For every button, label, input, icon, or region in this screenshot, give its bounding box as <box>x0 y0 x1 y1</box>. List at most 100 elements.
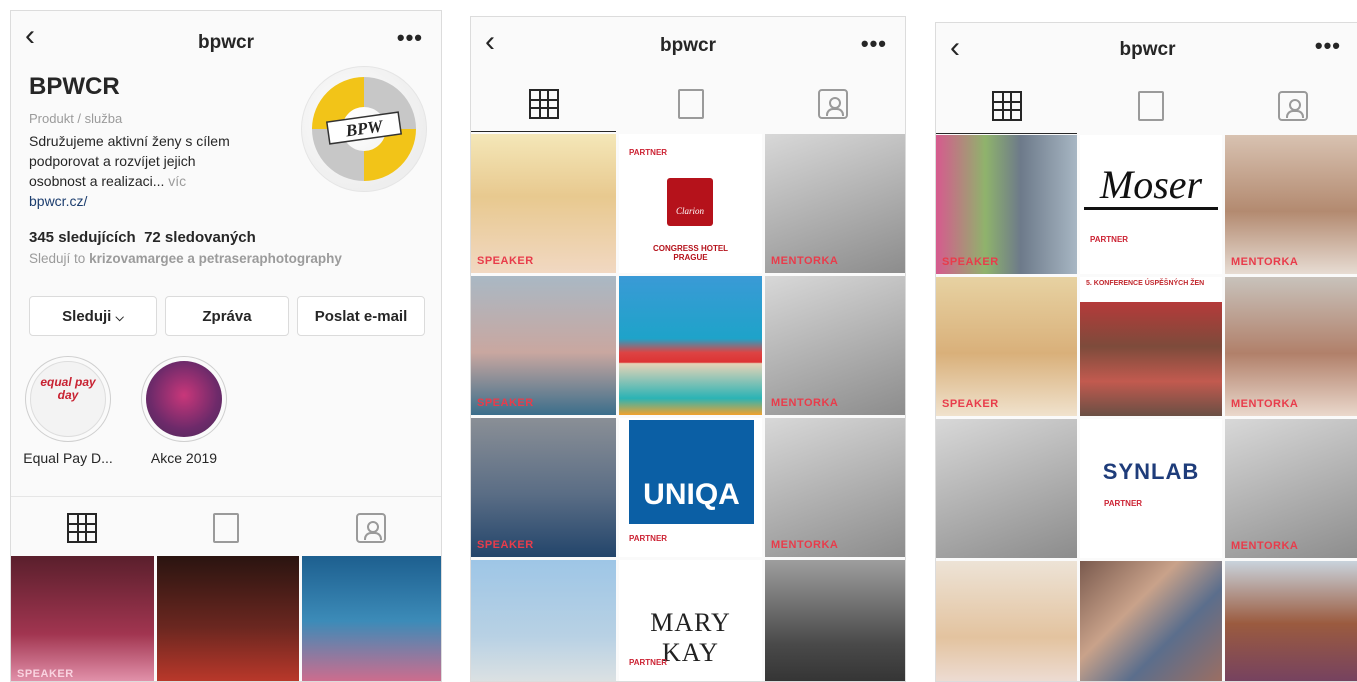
synlab-text: SYNLAB <box>1102 459 1200 484</box>
tile-label: MENTORKA <box>1231 540 1299 552</box>
moser-text: Moser <box>1099 162 1203 207</box>
post-tile[interactable]: SPEAKER <box>471 418 616 557</box>
bio-line: osobnost a realizaci... víc <box>29 171 230 191</box>
tab-underline <box>471 131 616 132</box>
email-button[interactable]: Poslat e-mail <box>297 296 425 336</box>
post-tile[interactable]: SPEAKER <box>936 277 1077 416</box>
uniqa-text: UNIQA <box>643 478 740 511</box>
post-tile[interactable]: MARY KAY PARTNER <box>619 560 762 681</box>
highlight-caption: Akce 2019 <box>150 450 218 466</box>
following-count[interactable]: 72 sledovaných <box>144 229 256 246</box>
post-grid: SPEAKER Moser PARTNER MENTORKA SPEAKER 5… <box>936 135 1357 681</box>
tile-label: MENTORKA <box>771 539 839 551</box>
post-tile[interactable] <box>619 276 762 415</box>
post-tile[interactable]: SPEAKER <box>936 135 1077 274</box>
tile-label: SPEAKER <box>477 397 534 409</box>
tile-partner-label: PARTNER <box>629 658 668 667</box>
post-grid: SPEAKER PARTNER Clarion CONGRESS HOTEL P… <box>471 134 905 681</box>
post-tile[interactable]: SPEAKER <box>471 134 616 273</box>
post-tile[interactable]: SPEAKER <box>471 276 616 415</box>
feed-icon[interactable] <box>1138 91 1164 121</box>
post-tile[interactable]: MENTORKA <box>765 134 905 273</box>
konference-text: 5. KONFERENCE ÚSPĚŠNÝCH ŽEN <box>1086 280 1205 287</box>
posts-tabs <box>471 79 905 129</box>
top-bar: ‹ bpwcr ••• <box>11 11 441 67</box>
chevron-down-icon: ⌵ <box>115 312 124 324</box>
posts-screen: ‹ bpwcr ••• SPEAKER PARTNER Clarion CONG… <box>470 16 906 682</box>
post-tile[interactable]: MENTORKA <box>1225 419 1357 558</box>
post-tile[interactable]: MENTORKA <box>1225 135 1357 274</box>
message-button[interactable]: Zpráva <box>165 296 289 336</box>
post-grid: SPEAKER <box>11 556 441 681</box>
profile-bio: Sdružujeme aktivní ženy s cílem podporov… <box>29 131 230 191</box>
clarion-logo: Clarion <box>667 178 713 226</box>
post-tile[interactable]: MENTORKA <box>765 276 905 415</box>
feed-icon[interactable] <box>678 89 704 119</box>
profile-category: Produkt / služba <box>29 111 123 126</box>
highlight-akce-2019[interactable]: Akce 2019 <box>139 356 229 466</box>
post-tile[interactable]: SPEAKER <box>936 561 1077 681</box>
equal-pay-artwork: equal pay day <box>30 361 106 437</box>
followed-by-prefix: Sledují to <box>29 251 86 266</box>
post-tile[interactable]: MENTORKA <box>765 560 905 681</box>
post-tile[interactable]: MENTORKA <box>1225 277 1357 416</box>
post-tile[interactable]: PARTNER Clarion CONGRESS HOTEL PRAGUE <box>619 134 762 273</box>
moser-underline <box>1084 207 1218 210</box>
tile-label: MENTORKA <box>1231 256 1299 268</box>
feed-icon[interactable] <box>213 513 239 543</box>
post-tile[interactable] <box>1225 561 1357 681</box>
grid-icon[interactable] <box>67 513 97 543</box>
highlight-ring: equal pay day <box>25 356 111 442</box>
more-icon[interactable]: ••• <box>397 25 423 51</box>
top-bar: ‹ bpwcr ••• <box>936 23 1357 79</box>
tile-label: SPEAKER <box>477 539 534 551</box>
highlight-caption: Equal Pay D... <box>23 450 113 466</box>
tile-partner-label: PARTNER <box>1104 499 1143 508</box>
tile-label: SPEAKER <box>477 255 534 267</box>
grid-icon[interactable] <box>529 89 559 119</box>
follow-stats: 345 sledujících 72 sledovaných <box>29 229 256 246</box>
bio-line: podporovat a rozvíjet jejich <box>29 153 196 169</box>
tagged-icon[interactable] <box>356 513 386 543</box>
profile-tabs <box>11 503 441 553</box>
username-title: bpwcr <box>198 32 254 53</box>
post-tile[interactable]: 5. KONFERENCE ÚSPĚŠNÝCH ŽEN <box>1080 277 1222 416</box>
followers-count[interactable]: 345 sledujících <box>29 229 136 246</box>
post-tile[interactable] <box>936 419 1077 558</box>
more-icon[interactable]: ••• <box>861 31 887 57</box>
post-tile[interactable]: UNIQA PARTNER <box>619 418 762 557</box>
followed-by[interactable]: Sledují to krizovamargee a petraseraphot… <box>29 251 342 266</box>
followed-by-names: krizovamargee a petraseraphotography <box>89 251 342 266</box>
tile-label: MENTORKA <box>1231 398 1299 410</box>
post-tile[interactable]: SYNLAB PARTNER <box>1080 419 1222 558</box>
tile-label: MENTORKA <box>771 255 839 267</box>
more-icon[interactable]: ••• <box>1315 33 1341 59</box>
bio-more-link[interactable]: víc <box>168 173 186 189</box>
profile-logo[interactable]: BPW <box>301 66 427 192</box>
uniqa-logo: UNIQA <box>629 420 754 524</box>
tile-partner-label: PARTNER <box>629 534 668 543</box>
post-tile[interactable] <box>1080 561 1222 681</box>
tile-label: SPEAKER <box>942 256 999 268</box>
post-tile[interactable]: MENTORKA <box>765 418 905 557</box>
following-button[interactable]: Sleduji ⌵ <box>29 296 157 336</box>
tagged-icon[interactable] <box>1278 91 1308 121</box>
profile-link[interactable]: bpwcr.cz/ <box>29 193 87 209</box>
tab-underline <box>936 133 1077 134</box>
post-tile[interactable] <box>157 556 299 681</box>
tile-label: MENTORKA <box>771 397 839 409</box>
post-tile[interactable]: Moser PARTNER <box>1080 135 1222 274</box>
post-tile[interactable]: SPEAKER <box>471 560 616 681</box>
username-title: bpwcr <box>660 35 716 56</box>
following-button-label: Sleduji <box>62 308 112 325</box>
tile-label: SPEAKER <box>17 668 74 680</box>
congress-text: CONGRESS HOTEL PRAGUE <box>652 244 729 262</box>
post-tile[interactable] <box>302 556 441 681</box>
tile-partner-label: PARTNER <box>1090 235 1129 244</box>
highlight-equal-pay[interactable]: equal pay day Equal Pay D... <box>23 356 113 466</box>
grid-icon[interactable] <box>992 91 1022 121</box>
tagged-icon[interactable] <box>818 89 848 119</box>
post-tile[interactable]: SPEAKER <box>11 556 154 681</box>
posts-tabs <box>936 81 1357 131</box>
username-title: bpwcr <box>1119 39 1176 60</box>
